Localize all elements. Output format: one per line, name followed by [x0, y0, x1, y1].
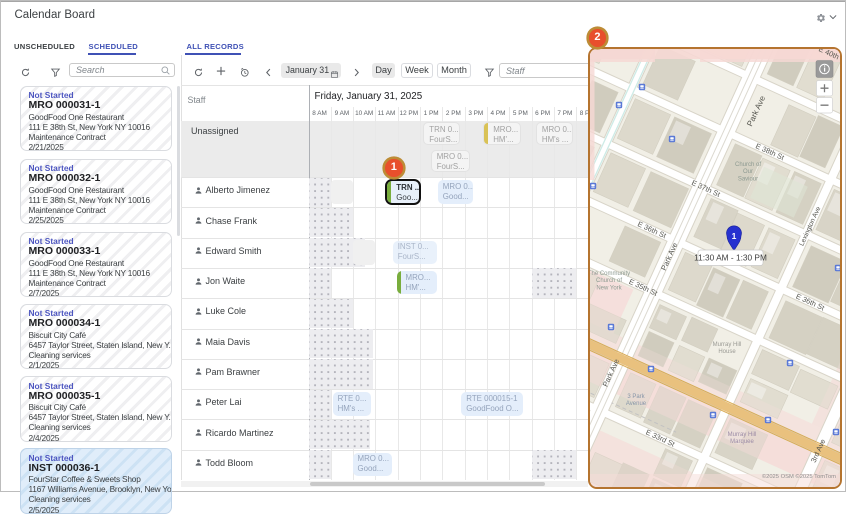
svg-text:Murray HillMarquee: Murray HillMarquee — [728, 432, 757, 445]
svg-text:11:30 AM - 1:30 PM: 11:30 AM - 1:30 PM — [694, 253, 767, 263]
svg-text:3 ParkAvenue: 3 ParkAvenue — [626, 394, 647, 407]
svg-text:©2025 OSM ©2025 TomTom: ©2025 OSM ©2025 TomTom — [762, 473, 836, 480]
svg-text:1: 1 — [732, 231, 737, 241]
